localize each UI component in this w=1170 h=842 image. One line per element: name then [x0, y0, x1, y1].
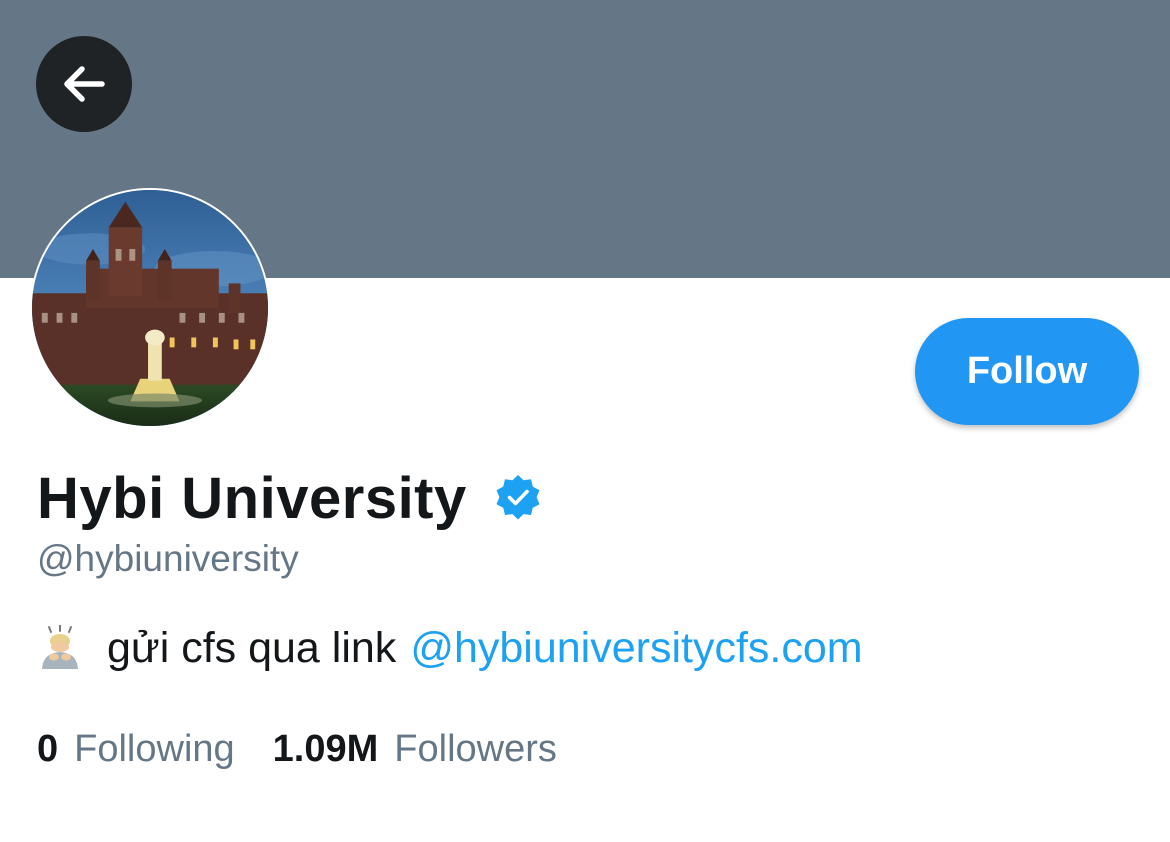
back-button[interactable] [36, 36, 132, 132]
followers-label: Followers [394, 728, 557, 770]
following-stat[interactable]: 0 Following [37, 728, 235, 771]
profile-handle: @hybiuniversity [37, 538, 299, 579]
arrow-left-icon [64, 66, 105, 102]
avatar[interactable] [30, 188, 270, 428]
following-count: 0 [37, 728, 59, 770]
profile-bio: gửi cfs qua link @hybiuniversitycfs.com [37, 620, 863, 676]
display-name: Hybi University [37, 465, 467, 531]
person-bowing-emoji-icon [37, 625, 83, 671]
followers-stat[interactable]: 1.09M Followers [273, 728, 557, 771]
verified-badge-icon [493, 473, 543, 523]
avatar-image [32, 190, 268, 426]
follow-button[interactable]: Follow [915, 318, 1139, 425]
profile-page: Follow Hybi University @hybiuniversity g… [0, 0, 1170, 842]
name-row: Hybi University [37, 462, 543, 534]
followers-count: 1.09M [272, 728, 379, 770]
profile-stats: 0 Following 1.09M Followers [37, 728, 557, 771]
following-label: Following [74, 728, 235, 770]
bio-text: gửi cfs qua link [107, 623, 397, 672]
bio-link[interactable]: @hybiuniversitycfs.com [410, 624, 862, 673]
